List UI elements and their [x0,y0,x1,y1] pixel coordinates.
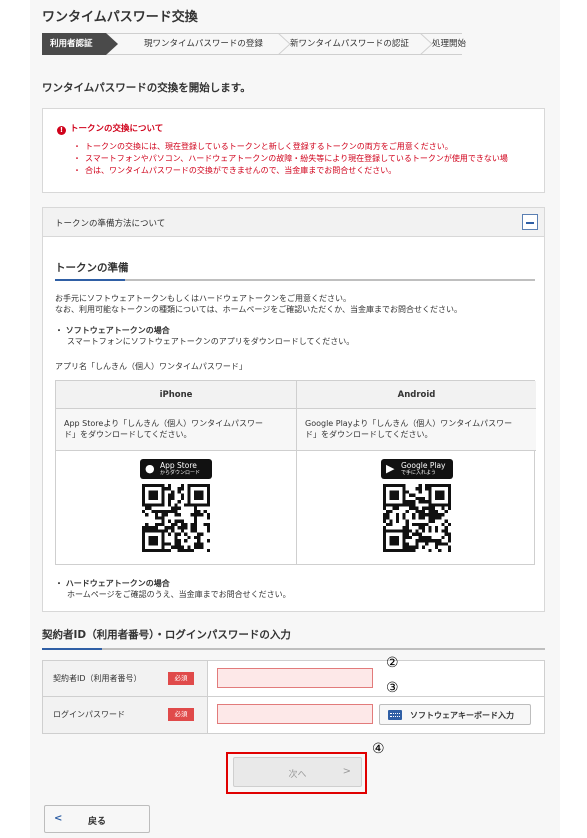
app-column-header: Android [297,381,536,409]
contract-id-input[interactable] [217,668,373,688]
form-row-contract-id: 契約者ID（利用者番号） 必須 [43,661,544,697]
software-keyboard-label: ソフトウェアキーボード入力 [410,711,514,720]
required-badge: 必須 [168,672,194,685]
apple-icon: ● [145,462,155,475]
notice-title-text: トークンの交換について [70,124,164,134]
badge-name: App Store [160,461,197,470]
intro-text-1: お手元にソフトウェアトークンもしくはハードウェアトークンをご用意ください。 [55,294,351,303]
accordion-header[interactable]: トークンの準備方法について [43,208,544,237]
collapse-toggle-icon[interactable] [522,214,538,230]
lead-text: ワンタイムパスワードの交換を開始します。 [42,82,251,94]
step-2: 現ワンタイムパスワードの登録 [144,39,263,49]
qr-code-icon [142,484,210,552]
back-button-label: 戻る [87,817,106,827]
section-title: トークンの準備 [55,262,129,274]
app-name: アプリ名「しんきん（個人）ワンタイムパスワード」 [55,362,247,371]
annotation-4: ④ [372,741,385,757]
app-desc-line: Google Playより「しんきん（個人）ワンタイムパスワー [305,419,513,428]
app-column-iphone: iPhone App Storeより「しんきん（個人）ワンタイムパスワー ド」を… [56,381,296,564]
badge-sub: で手に入れよう [401,470,437,476]
app-column-header: iPhone [56,381,296,409]
notice-item: スマートフォンやパソコン、ハードウェアトークンの故障・紛失等により現在登録してい… [73,153,533,165]
step-separator [106,33,118,55]
app-store-badge[interactable]: ● App Store からダウンロード [140,459,212,479]
step-4: 処理開始 [432,39,467,49]
back-button[interactable]: < 戻る [44,805,150,833]
login-section-underline [42,648,545,650]
hardware-token-title: ・ ハードウェアトークンの場合 [55,579,170,588]
google-play-icon: ▶ [386,462,395,475]
app-column-desc: App Storeより「しんきん（個人）ワンタイムパスワー ド」をダウンロードし… [56,409,296,451]
form-label-cell: 契約者ID（利用者番号） 必須 [43,661,208,696]
login-section-title: 契約者ID（利用者番号）・ログインパスワードの入力 [42,629,291,641]
annotation-2: ② [386,655,399,671]
google-play-badge[interactable]: ▶ Google Play で手に入れよう [381,459,453,479]
notice-item-continued: 合は、ワンタイムパスワードの交換ができませんので、当金庫までお問合せください。 [73,165,533,177]
software-token-title: ・ ソフトウェアトークンの場合 [55,326,170,335]
form-label-cell: ログインパスワード 必須 [43,697,208,733]
keyboard-icon [388,710,402,720]
qr-code-icon [383,484,451,552]
login-form: 契約者ID（利用者番号） 必須 ログインパスワード 必須 ソフトウェアキーボード… [42,660,545,734]
app-desc-line: ド」をダウンロードしてください。 [64,430,192,439]
notice-item-text: 合は、ワンタイムパスワードの交換ができませんので、当金庫までお問合せください。 [85,166,397,175]
step-indicator: 利用者認証 現ワンタイムパスワードの登録 新ワンタイムパスワードの認証 処理開始 [42,33,466,55]
notice-list: トークンの交換には、現在登録しているトークンと新しく登録するトークンの両方をご用… [73,141,533,177]
step-3: 新ワンタイムパスワードの認証 [290,39,409,49]
notice-box: ! トークンの交換について トークンの交換には、現在登録しているトークンと新しく登… [42,108,545,193]
exclamation-circle-icon: ! [57,126,66,135]
app-column-android: Android Google Playより「しんきん（個人）ワンタイムパスワー … [296,381,536,564]
contract-id-label: 契約者ID（利用者番号） [53,674,142,683]
notice-item: トークンの交換には、現在登録しているトークンと新しく登録するトークンの両方をご用… [73,141,533,153]
app-desc-line: App Storeより「しんきん（個人）ワンタイムパスワー [64,419,263,428]
annotation-3: ③ [386,680,399,696]
accordion-header-label: トークンの準備方法について [55,219,166,229]
form-row-password: ログインパスワード 必須 ソフトウェアキーボード入力 [43,697,544,733]
notice-title: ! トークンの交換について [57,122,163,135]
section-underline [55,279,535,281]
app-desc-line: ド」をダウンロードしてください。 [305,430,433,439]
chevron-right-icon: > [342,766,351,777]
required-badge: 必須 [168,708,194,721]
token-preparation-accordion: トークンの準備方法について トークンの準備 お手元にソフトウェアトークンもしくは… [42,207,545,612]
next-button[interactable]: 次へ > [233,757,362,787]
app-download-table: iPhone App Storeより「しんきん（個人）ワンタイムパスワー ド」を… [55,380,536,565]
software-token-desc: スマートフォンにソフトウェアトークンのアプリをダウンロードしてください。 [67,337,355,346]
step-1: 利用者認証 [42,33,106,55]
hardware-token-desc: ホームページをご確認のうえ、当金庫までお問合せください。 [67,590,291,599]
badge-name: Google Play [401,461,446,470]
app-column-desc: Google Playより「しんきん（個人）ワンタイムパスワー ド」をダウンロー… [297,409,536,451]
password-input[interactable] [217,704,373,724]
intro-text-2: なお、利用可能なトークンの種類については、ホームページをご確認いただくか、当金庫… [55,305,463,314]
password-label: ログインパスワード [53,710,125,719]
badge-sub: からダウンロード [160,470,201,476]
software-keyboard-button[interactable]: ソフトウェアキーボード入力 [379,704,531,725]
page-title: ワンタイムパスワード交換 [42,10,198,25]
